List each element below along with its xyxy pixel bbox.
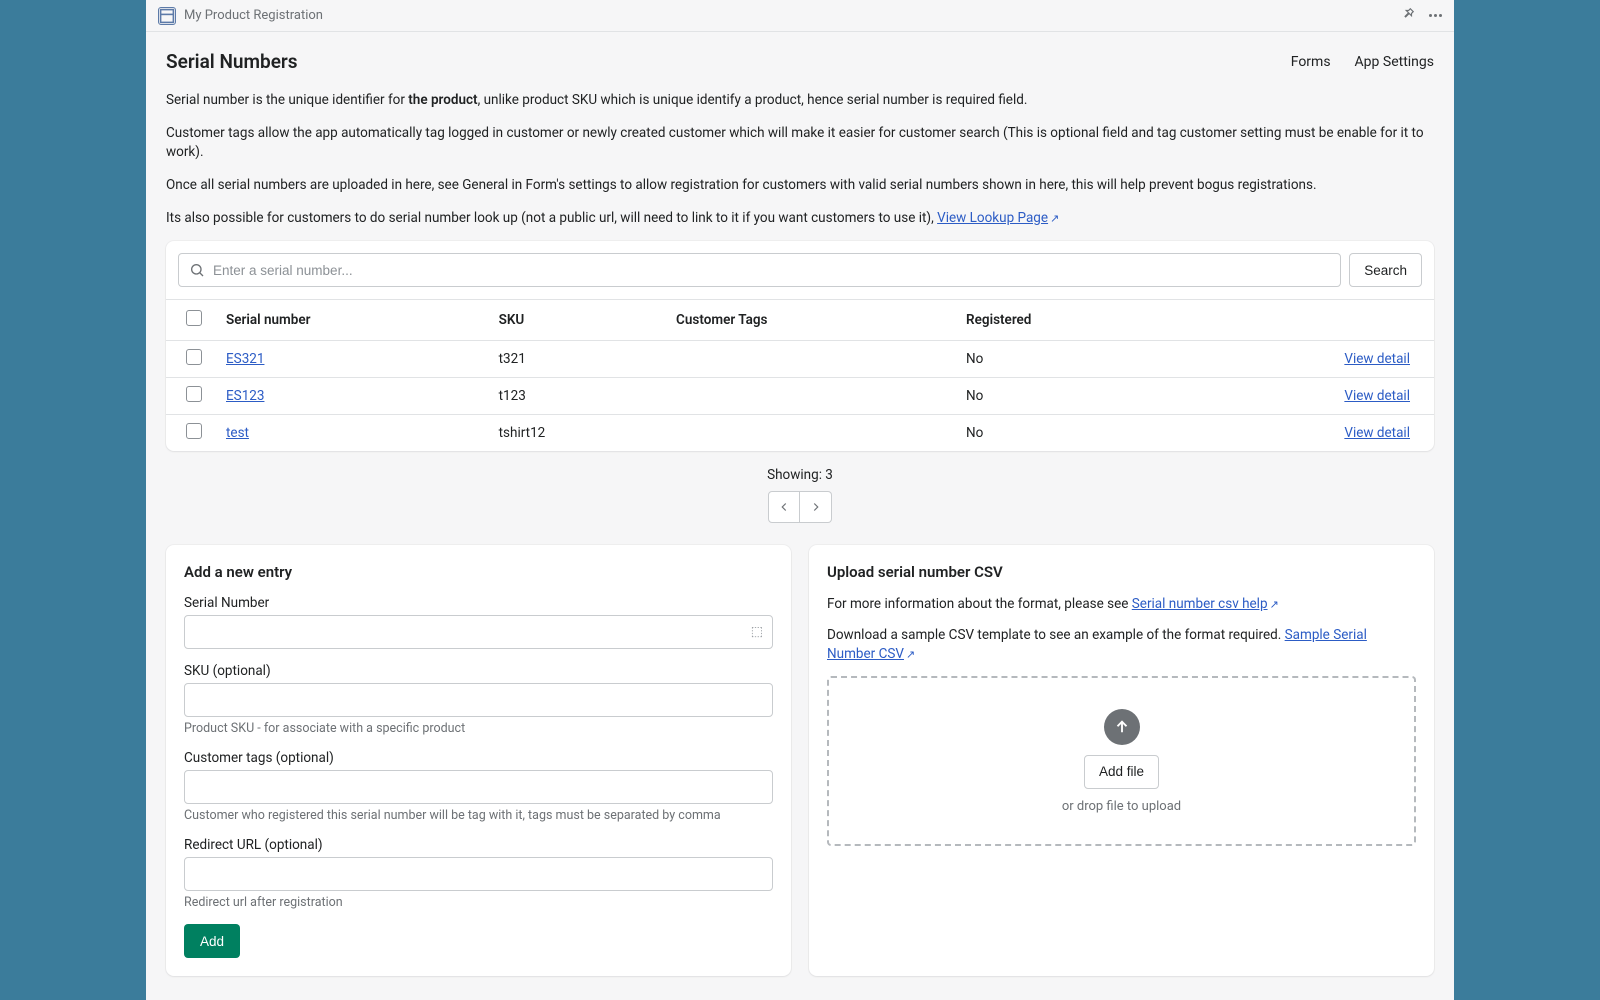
search-button[interactable]: Search [1349, 253, 1422, 287]
serial-number-label: Serial Number [184, 595, 773, 611]
sku-cell: t123 [487, 378, 664, 415]
select-all-checkbox[interactable] [186, 310, 202, 326]
table-row: ES321 t321 No View detail [166, 341, 1434, 378]
prev-page-button[interactable] [768, 491, 800, 523]
serial-table-card: Search Serial number SKU Customer Tags R… [166, 241, 1434, 451]
upload-title: Upload serial number CSV [827, 563, 1416, 581]
upload-help-text: For more information about the format, p… [827, 595, 1416, 614]
tags-cell [664, 341, 954, 378]
registered-cell: No [954, 378, 1179, 415]
app-icon [158, 7, 176, 25]
tags-hint: Customer who registered this serial numb… [184, 808, 773, 823]
row-checkbox[interactable] [186, 386, 202, 402]
col-registered: Registered [954, 300, 1179, 341]
file-dropzone[interactable]: Add file or drop file to upload [827, 676, 1416, 846]
registered-cell: No [954, 415, 1179, 452]
csv-help-link[interactable]: Serial number csv help↗ [1132, 596, 1279, 612]
sku-cell: t321 [487, 341, 664, 378]
page-title: Serial Numbers [166, 50, 298, 73]
tags-input[interactable] [184, 770, 773, 804]
search-box[interactable] [178, 253, 1341, 287]
tags-label: Customer tags (optional) [184, 750, 773, 766]
drop-hint: or drop file to upload [1062, 799, 1181, 814]
search-icon [189, 262, 205, 278]
redirect-label: Redirect URL (optional) [184, 837, 773, 853]
chevron-left-icon [777, 500, 791, 514]
next-page-button[interactable] [800, 491, 832, 523]
view-detail-link[interactable]: View detail [1344, 425, 1410, 441]
chevron-right-icon [809, 500, 823, 514]
tags-cell [664, 378, 954, 415]
pin-icon[interactable] [1401, 7, 1415, 25]
intro-serial-number: Serial number is the unique identifier f… [166, 91, 1434, 110]
sku-input[interactable] [184, 683, 773, 717]
view-detail-link[interactable]: View detail [1344, 351, 1410, 367]
window-titlebar: My Product Registration [146, 0, 1454, 32]
sku-hint: Product SKU - for associate with a speci… [184, 721, 773, 736]
external-link-icon: ↗ [1050, 211, 1059, 226]
serial-table: Serial number SKU Customer Tags Register… [166, 299, 1434, 451]
nav-forms[interactable]: Forms [1291, 54, 1331, 70]
table-row: ES123 t123 No View detail [166, 378, 1434, 415]
redirect-input[interactable] [184, 857, 773, 891]
more-icon[interactable] [1429, 14, 1442, 17]
intro-upload-note: Once all serial numbers are uploaded in … [166, 176, 1434, 195]
sku-cell: tshirt12 [487, 415, 664, 452]
add-button[interactable]: Add [184, 924, 240, 958]
serial-link[interactable]: test [226, 425, 249, 441]
add-file-button[interactable]: Add file [1084, 755, 1159, 789]
add-entry-title: Add a new entry [184, 563, 773, 581]
col-tags: Customer Tags [664, 300, 954, 341]
serial-number-input[interactable] [184, 615, 773, 649]
nav-app-settings[interactable]: App Settings [1355, 54, 1434, 70]
upload-icon [1104, 709, 1140, 745]
upload-sample-text: Download a sample CSV template to see an… [827, 626, 1416, 664]
row-checkbox[interactable] [186, 349, 202, 365]
external-link-icon: ↗ [1270, 597, 1279, 612]
serial-link[interactable]: ES123 [226, 388, 264, 404]
add-entry-card: Add a new entry Serial Number ⬚ SKU (opt… [166, 545, 791, 976]
registered-cell: No [954, 341, 1179, 378]
app-title: My Product Registration [184, 8, 323, 23]
table-row: test tshirt12 No View detail [166, 415, 1434, 452]
view-lookup-page-link[interactable]: View Lookup Page↗ [937, 210, 1059, 226]
external-link-icon: ↗ [906, 647, 915, 662]
view-detail-link[interactable]: View detail [1344, 388, 1410, 404]
intro-customer-tags: Customer tags allow the app automaticall… [166, 124, 1434, 162]
intro-lookup: Its also possible for customers to do se… [166, 209, 1434, 228]
barcode-icon[interactable]: ⬚ [751, 625, 763, 640]
tags-cell [664, 415, 954, 452]
sku-label: SKU (optional) [184, 663, 773, 679]
redirect-hint: Redirect url after registration [184, 895, 773, 910]
row-checkbox[interactable] [186, 423, 202, 439]
showing-count: Showing: 3 [166, 467, 1434, 483]
upload-csv-card: Upload serial number CSV For more inform… [809, 545, 1434, 976]
col-sku: SKU [487, 300, 664, 341]
serial-link[interactable]: ES321 [226, 351, 264, 367]
search-input[interactable] [213, 263, 1330, 278]
col-serial: Serial number [214, 300, 487, 341]
